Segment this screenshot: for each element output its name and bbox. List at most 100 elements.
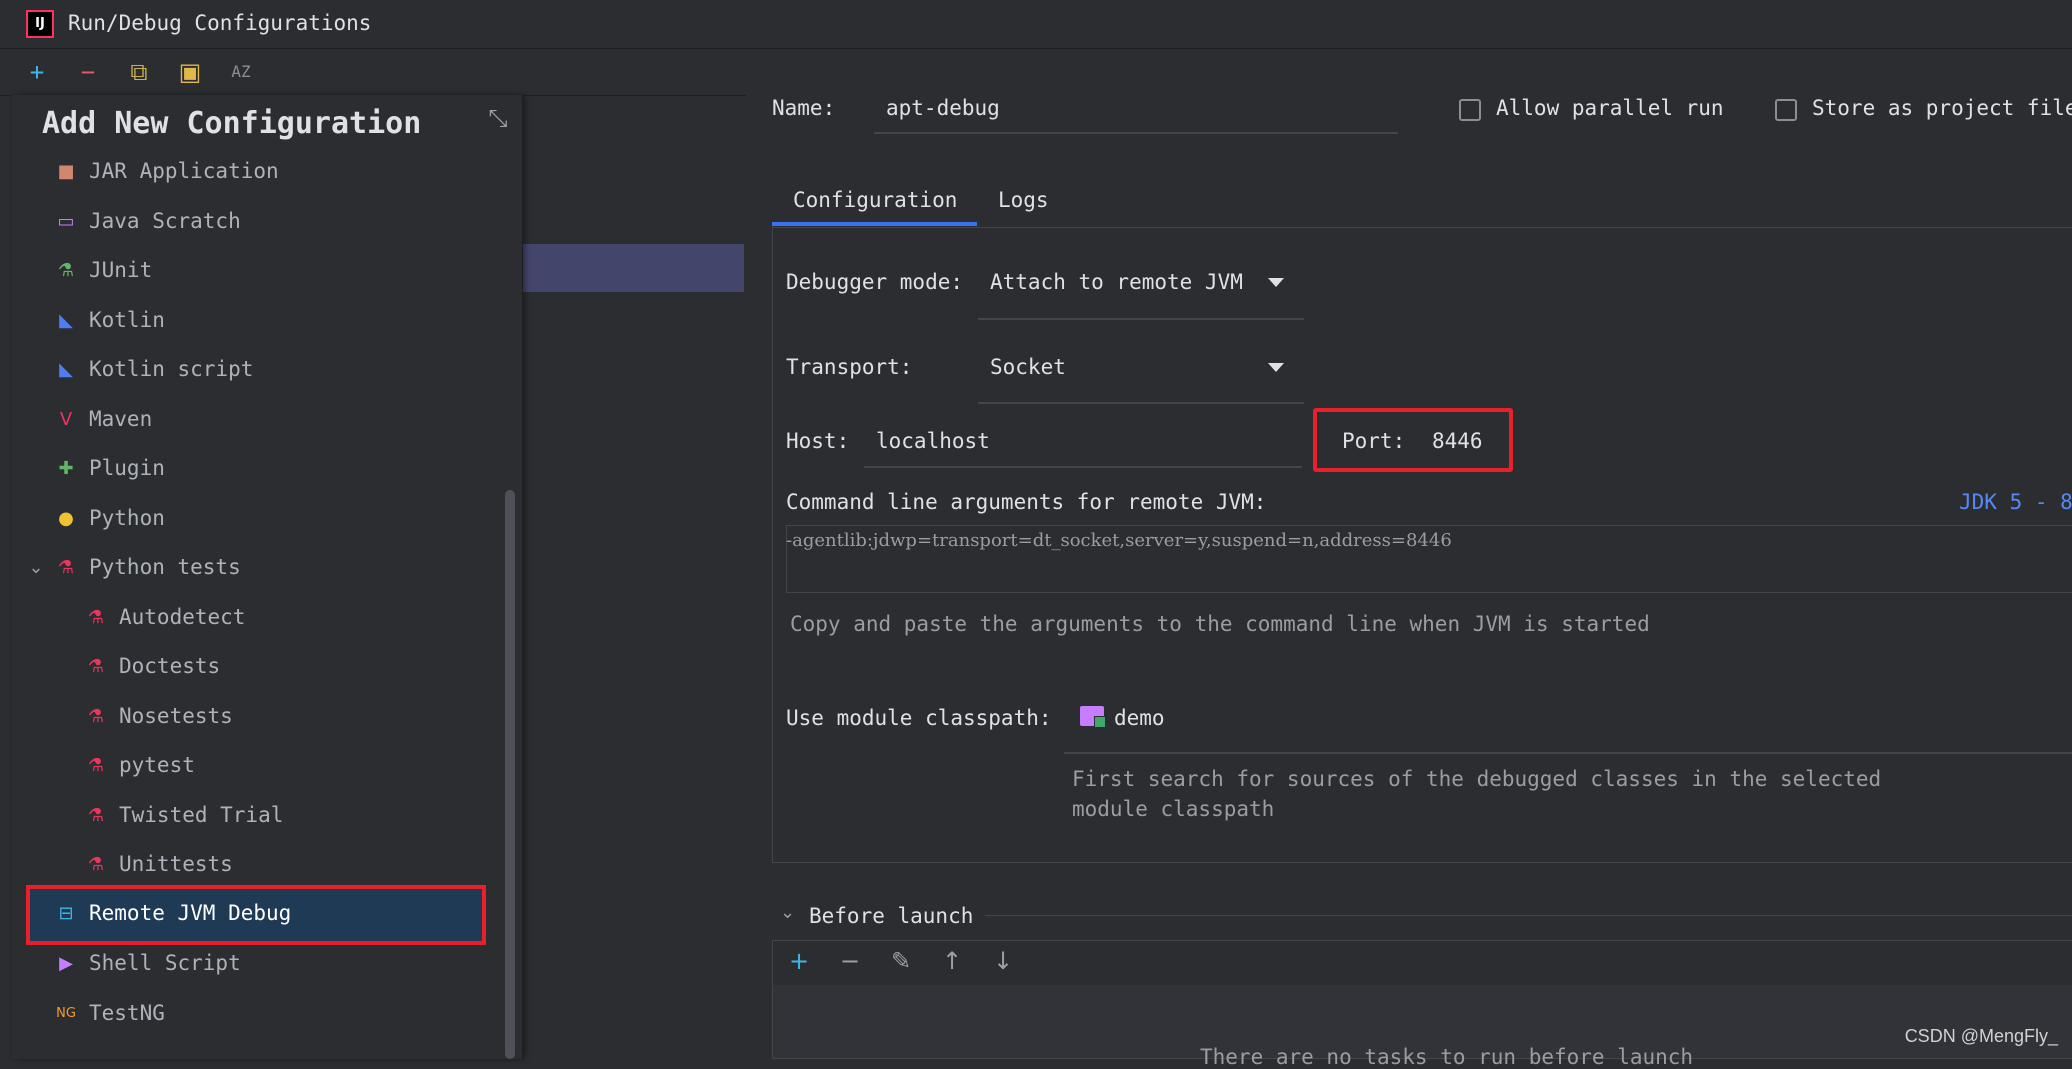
config-type-label: Unittests: [119, 852, 233, 876]
host-label: Host:: [786, 429, 850, 453]
debugger-mode-label: Debugger mode:: [786, 270, 964, 294]
config-type-label: Python: [89, 506, 165, 530]
selected-configuration-row[interactable]: [522, 244, 744, 292]
config-type-label: Twisted Trial: [119, 803, 284, 827]
config-type-item[interactable]: ⚗ Nosetests: [24, 694, 484, 740]
chevron-down-icon[interactable]: ⌄: [780, 902, 795, 923]
config-type-item[interactable]: ⚗ Unittests: [24, 842, 484, 888]
host-field[interactable]: localhost: [864, 420, 1302, 468]
python-icon: ●: [58, 508, 74, 529]
testng-icon: NG: [56, 1006, 76, 1021]
sort-icon[interactable]: AZ: [226, 57, 256, 87]
config-type-item[interactable]: ● Python: [24, 496, 484, 542]
module-classpath-dropdown[interactable]: [1064, 692, 2072, 754]
python-test-icon: ⚗: [87, 656, 105, 677]
chevron-down-icon: [1268, 363, 1284, 372]
python-test-icon: ⚗: [87, 706, 105, 727]
collapse-icon[interactable]: ⤡: [484, 104, 512, 132]
python-tests-icon: ⚗: [57, 557, 75, 578]
config-type-item[interactable]: ■ JAR Application: [24, 149, 484, 195]
active-tab-indicator: [772, 222, 977, 226]
maven-icon: V: [59, 409, 73, 430]
config-type-label: Autodetect: [119, 605, 246, 629]
cmd-args-value: -agentlib:jdwp=transport=dt_socket,serve…: [786, 530, 1452, 551]
chevron-down-icon: [1268, 278, 1284, 287]
config-type-item[interactable]: ⚗ Autodetect: [24, 595, 484, 641]
tab-configuration[interactable]: Configuration: [793, 188, 957, 226]
module-classpath-value: demo: [1114, 706, 1165, 730]
config-type-label: Kotlin: [89, 308, 165, 332]
config-type-item[interactable]: ◣ Kotlin script: [24, 347, 484, 393]
port-value: 8446: [1432, 429, 1483, 453]
configurations-toolbar: + − ⧉ ▣ AZ: [0, 49, 746, 96]
config-type-item[interactable]: ⌄ ⚗ Python tests: [24, 545, 484, 591]
transport-value: Socket: [990, 355, 1066, 379]
remove-icon[interactable]: −: [73, 57, 103, 87]
move-up-icon[interactable]: ↑: [937, 946, 967, 976]
tab-logs[interactable]: Logs: [998, 188, 1049, 226]
move-down-icon[interactable]: ↓: [988, 946, 1018, 976]
remove-task-icon[interactable]: −: [835, 946, 865, 976]
chevron-down-icon[interactable]: ⌄: [24, 556, 48, 580]
junit-icon: ⚗: [57, 260, 75, 281]
python-test-icon: ⚗: [87, 607, 105, 628]
new-folder-icon[interactable]: ▣: [175, 57, 205, 87]
module-folder-icon: [1080, 706, 1106, 728]
config-type-item[interactable]: ⚗ Doctests: [24, 644, 484, 690]
transport-label: Transport:: [786, 355, 913, 379]
config-type-item[interactable]: ◣ Kotlin: [24, 298, 484, 344]
popup-scrollbar[interactable]: [505, 490, 515, 1059]
module-classpath-hint-1: First search for sources of the debugged…: [1072, 767, 1882, 791]
config-type-label: JUnit: [89, 258, 153, 282]
divider: [985, 915, 2072, 916]
config-type-label: Plugin: [89, 456, 165, 480]
add-icon[interactable]: +: [22, 57, 52, 87]
allow-parallel-checkbox[interactable]: [1459, 99, 1481, 121]
config-type-item[interactable]: ▭ Java Scratch: [24, 199, 484, 245]
module-classpath-label: Use module classpath:: [786, 706, 1052, 730]
store-project-checkbox[interactable]: [1775, 99, 1797, 121]
config-type-item[interactable]: NG TestNG: [24, 991, 484, 1037]
config-type-label: Nosetests: [119, 704, 233, 728]
kotlin-script-icon: ◣: [59, 359, 73, 380]
config-type-item[interactable]: ▶ Shell Script: [24, 941, 484, 987]
module-classpath-hint-2: module classpath: [1072, 797, 1275, 821]
config-type-item[interactable]: ⊟ Remote JVM Debug: [26, 885, 486, 945]
allow-parallel-label: Allow parallel run: [1496, 96, 1724, 120]
java-scratch-icon: ▭: [57, 211, 75, 232]
before-launch-toolbar: [772, 940, 2072, 986]
cmd-args-hint: Copy and paste the arguments to the comm…: [790, 612, 1650, 636]
config-type-item[interactable]: ✚ Plugin: [24, 446, 484, 492]
cmd-args-label: Command line arguments for remote JVM:: [786, 490, 1267, 514]
python-test-icon: ⚗: [87, 854, 105, 875]
intellij-logo-icon: IJ: [26, 10, 54, 38]
debugger-mode-value: Attach to remote JVM: [990, 270, 1243, 294]
host-value: localhost: [876, 429, 990, 453]
config-type-label: JAR Application: [89, 159, 279, 183]
config-type-item[interactable]: ⚗ pytest: [24, 743, 484, 789]
store-project-label: Store as project file: [1812, 96, 2072, 120]
config-type-item[interactable]: ⚗ JUnit: [24, 248, 484, 294]
jdk-version-link[interactable]: JDK 5 - 8: [1959, 490, 2072, 514]
config-type-label: Shell Script: [89, 951, 241, 975]
kotlin-icon: ◣: [59, 310, 73, 331]
add-task-icon[interactable]: +: [784, 946, 814, 976]
name-value: apt-debug: [886, 96, 1000, 120]
before-launch-header[interactable]: Before launch: [809, 904, 973, 928]
debugger-mode-dropdown[interactable]: Attach to remote JVM: [978, 262, 1304, 320]
plugin-icon: ✚: [58, 458, 74, 479]
config-type-item[interactable]: ⚗ Twisted Trial: [24, 793, 484, 839]
transport-dropdown[interactable]: Socket: [978, 346, 1304, 404]
name-field[interactable]: apt-debug: [874, 88, 1398, 134]
jar-icon: ■: [57, 161, 75, 182]
window-title: Run/Debug Configurations: [68, 11, 372, 35]
config-type-label: pytest: [119, 753, 195, 777]
remote-debug-icon: ⊟: [58, 903, 74, 924]
no-tasks-message: There are no tasks to run before launch: [1200, 1045, 1694, 1069]
edit-task-icon[interactable]: ✎: [886, 946, 916, 976]
name-label: Name:: [772, 96, 836, 120]
config-type-label: Doctests: [119, 654, 221, 678]
copy-icon[interactable]: ⧉: [124, 57, 154, 87]
port-field[interactable]: 8446: [1418, 420, 1498, 464]
config-type-item[interactable]: V Maven: [24, 397, 484, 443]
